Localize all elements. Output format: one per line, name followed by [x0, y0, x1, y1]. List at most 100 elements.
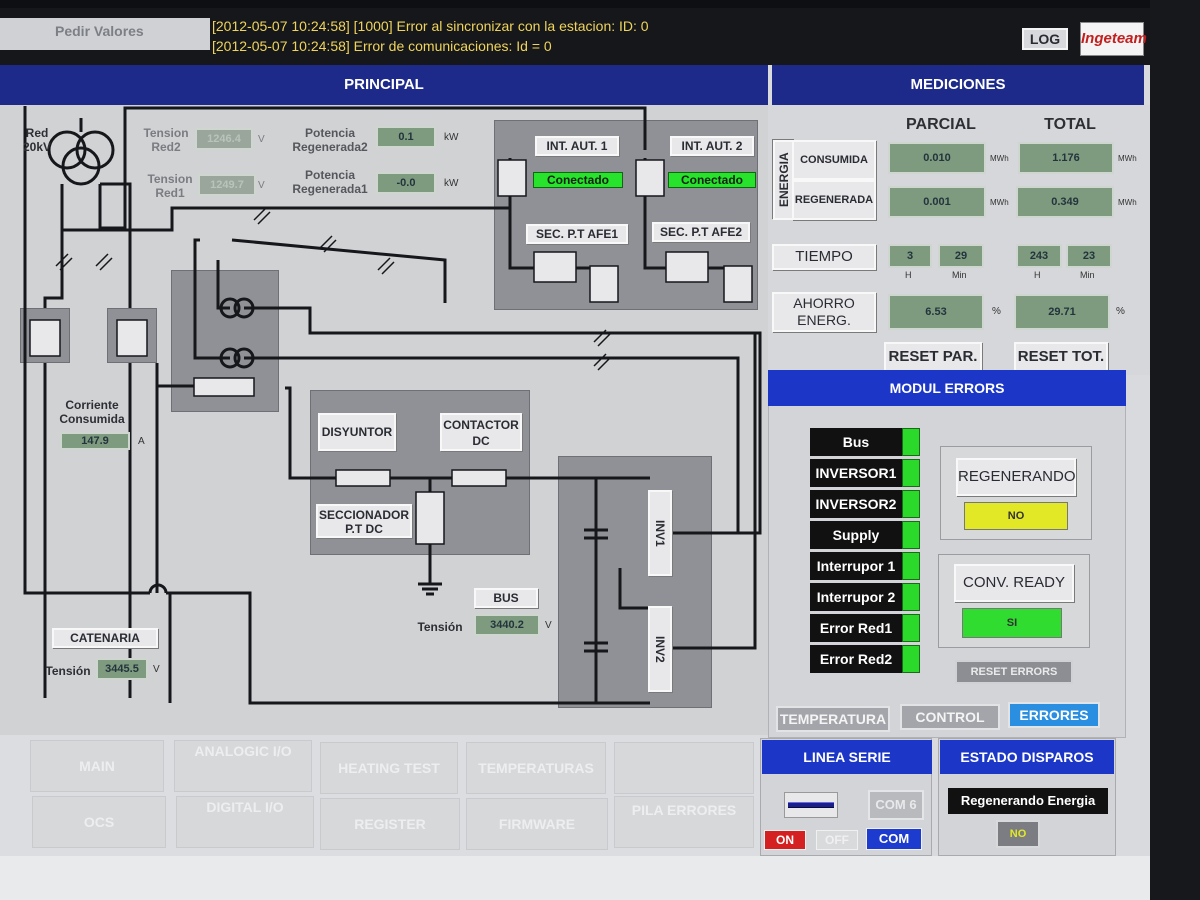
- ahorro-total-unit: %: [1116, 306, 1125, 317]
- tiempo-parcial-h: 3: [888, 244, 932, 268]
- conectado-1-status: Conectado: [533, 172, 623, 188]
- error-row-bus: Bus: [810, 428, 920, 456]
- on-button[interactable]: ON: [764, 830, 806, 850]
- int-aut-2-label[interactable]: INT. AUT. 2: [670, 136, 754, 156]
- tiempo-total-h-unit: H: [1034, 270, 1041, 280]
- reset-parcial-button[interactable]: RESET PAR.: [884, 342, 982, 372]
- inv1-label[interactable]: INV1: [648, 490, 672, 576]
- regenerando-energia-label: Regenerando Energia: [948, 788, 1108, 814]
- tension-red2-unit: V: [258, 134, 265, 145]
- ahorro-parcial-unit: %: [992, 306, 1001, 317]
- catenaria-tension-unit: V: [153, 664, 160, 675]
- seccionador-ptdc-label[interactable]: SECCIONADOR P.T DC: [316, 504, 412, 538]
- ahorro-label: AHORRO ENERG.: [772, 292, 876, 332]
- error-row-red2: Error Red2: [810, 645, 920, 673]
- reset-errors-button[interactable]: RESET ERRORS: [955, 660, 1073, 684]
- parcial-label: PARCIAL: [906, 116, 976, 133]
- bus-label: BUS: [474, 588, 538, 608]
- transformer-coil-3: [61, 146, 101, 186]
- catenaria-label: CATENARIA: [52, 628, 158, 648]
- reset-total-button[interactable]: RESET TOT.: [1014, 342, 1108, 372]
- nav-empty-button[interactable]: [614, 742, 754, 794]
- pot-regen1-value: -0.0: [376, 172, 436, 194]
- status-led: [902, 521, 920, 549]
- nav-heating-test-button[interactable]: HEATING TEST: [320, 742, 458, 794]
- pot-regen1-label: Potencia Regenerada1: [292, 168, 368, 196]
- tiempo-total-min-unit: Min: [1080, 270, 1095, 280]
- serial-cable-icon: [784, 792, 838, 818]
- error-name: Supply: [810, 521, 902, 549]
- off-button[interactable]: OFF: [816, 830, 858, 850]
- tension-red2-value: 1246.4: [195, 128, 253, 150]
- nav-main-button[interactable]: MAIN: [30, 740, 164, 792]
- nav-analogic-io-button[interactable]: ANALOGIC I/O: [174, 740, 312, 792]
- tab-temperatura[interactable]: TEMPERATURA: [776, 706, 890, 732]
- com-button[interactable]: COM: [866, 828, 922, 850]
- estado-disparos-value: NO: [996, 820, 1040, 848]
- conv-ready-value: SI: [962, 608, 1062, 638]
- tiempo-parcial-min-unit: Min: [952, 270, 967, 280]
- com6-button[interactable]: COM 6: [868, 790, 924, 820]
- error-row-inversor2: INVERSOR2: [810, 490, 920, 518]
- int-aut-1-label[interactable]: INT. AUT. 1: [535, 136, 619, 156]
- monitor-bezel: [1150, 0, 1200, 900]
- tiempo-parcial-h-unit: H: [905, 270, 912, 280]
- error-row-interrupor2: Interrupor 2: [810, 583, 920, 611]
- regenerada-total-unit: MWh: [1118, 198, 1137, 207]
- inv2-label[interactable]: INV2: [648, 606, 672, 692]
- sec-afe2-label[interactable]: SEC. P.T AFE2: [652, 222, 750, 242]
- nav-digital-io-button[interactable]: DIGITAL I/O: [176, 796, 314, 848]
- error-row-interrupor1: Interrupor 1: [810, 552, 920, 580]
- bus-tension-value: 3440.2: [474, 614, 540, 636]
- pot-regen2-value: 0.1: [376, 126, 436, 148]
- status-led: [902, 490, 920, 518]
- consumida-total-unit: MWh: [1118, 154, 1137, 163]
- regenerada-parcial-unit: MWh: [990, 198, 1009, 207]
- tension-red1-label: Tension Red1: [147, 172, 193, 200]
- status-led: [902, 583, 920, 611]
- error-row-red1: Error Red1: [810, 614, 920, 642]
- regenerando-value: NO: [964, 502, 1068, 530]
- sec-afe1-label[interactable]: SEC. P.T AFE1: [526, 224, 628, 244]
- transformer-coil-2: [75, 130, 115, 170]
- consumida-label: CONSUMIDA: [792, 140, 876, 180]
- error-row-supply: Supply: [810, 521, 920, 549]
- consumida-parcial-value: 0.010: [888, 142, 986, 174]
- consumida-parcial-unit: MWh: [990, 154, 1009, 163]
- conv-ready-label: CONV. READY: [954, 564, 1074, 602]
- nav-pila-errores-button[interactable]: PILA ERRORES: [614, 796, 754, 848]
- error-row-inversor1: INVERSOR1: [810, 459, 920, 487]
- hmi-screen: Pedir Valores [2012-05-07 10:24:58] [100…: [0, 8, 1150, 900]
- contactor-dc-label[interactable]: CONTACTOR DC: [440, 413, 522, 451]
- corriente-consumida-label: Corriente Consumida: [59, 398, 125, 426]
- disyuntor-label[interactable]: DISYUNTOR: [318, 413, 396, 451]
- tab-control[interactable]: CONTROL: [900, 704, 1000, 730]
- error-name: Interrupor 2: [810, 583, 902, 611]
- nav-firmware-button[interactable]: FIRMWARE: [466, 798, 608, 850]
- ahorro-total-value: 29.71: [1014, 294, 1110, 330]
- conectado-2-status: Conectado: [668, 172, 756, 188]
- nav-ocs-button[interactable]: OCS: [32, 796, 166, 848]
- status-led: [902, 552, 920, 580]
- tab-errores[interactable]: ERRORES: [1008, 702, 1100, 728]
- status-led: [902, 459, 920, 487]
- tiempo-total-min: 23: [1066, 244, 1112, 268]
- ahorro-parcial-value: 6.53: [888, 294, 984, 330]
- nav-temperaturas-button[interactable]: TEMPERATURAS: [466, 742, 606, 794]
- regenerada-parcial-value: 0.001: [888, 186, 986, 218]
- nav-register-button[interactable]: REGISTER: [320, 798, 460, 850]
- error-name: Interrupor 1: [810, 552, 902, 580]
- corriente-unit: A: [138, 436, 145, 447]
- corriente-consumida-value: 147.9: [60, 432, 130, 450]
- tension-red1-unit: V: [258, 180, 265, 191]
- error-name: INVERSOR2: [810, 490, 902, 518]
- red-20kv-label: Red 20kV: [22, 126, 52, 154]
- log-button[interactable]: LOG: [1022, 28, 1068, 50]
- consumida-total-value: 1.176: [1018, 142, 1114, 174]
- tiempo-label: TIEMPO: [772, 244, 876, 270]
- tiempo-parcial-min: 29: [938, 244, 984, 268]
- status-led: [902, 614, 920, 642]
- regenerada-total-value: 0.349: [1016, 186, 1114, 218]
- regenerada-label: REGENERADA: [792, 180, 876, 220]
- status-led: [902, 428, 920, 456]
